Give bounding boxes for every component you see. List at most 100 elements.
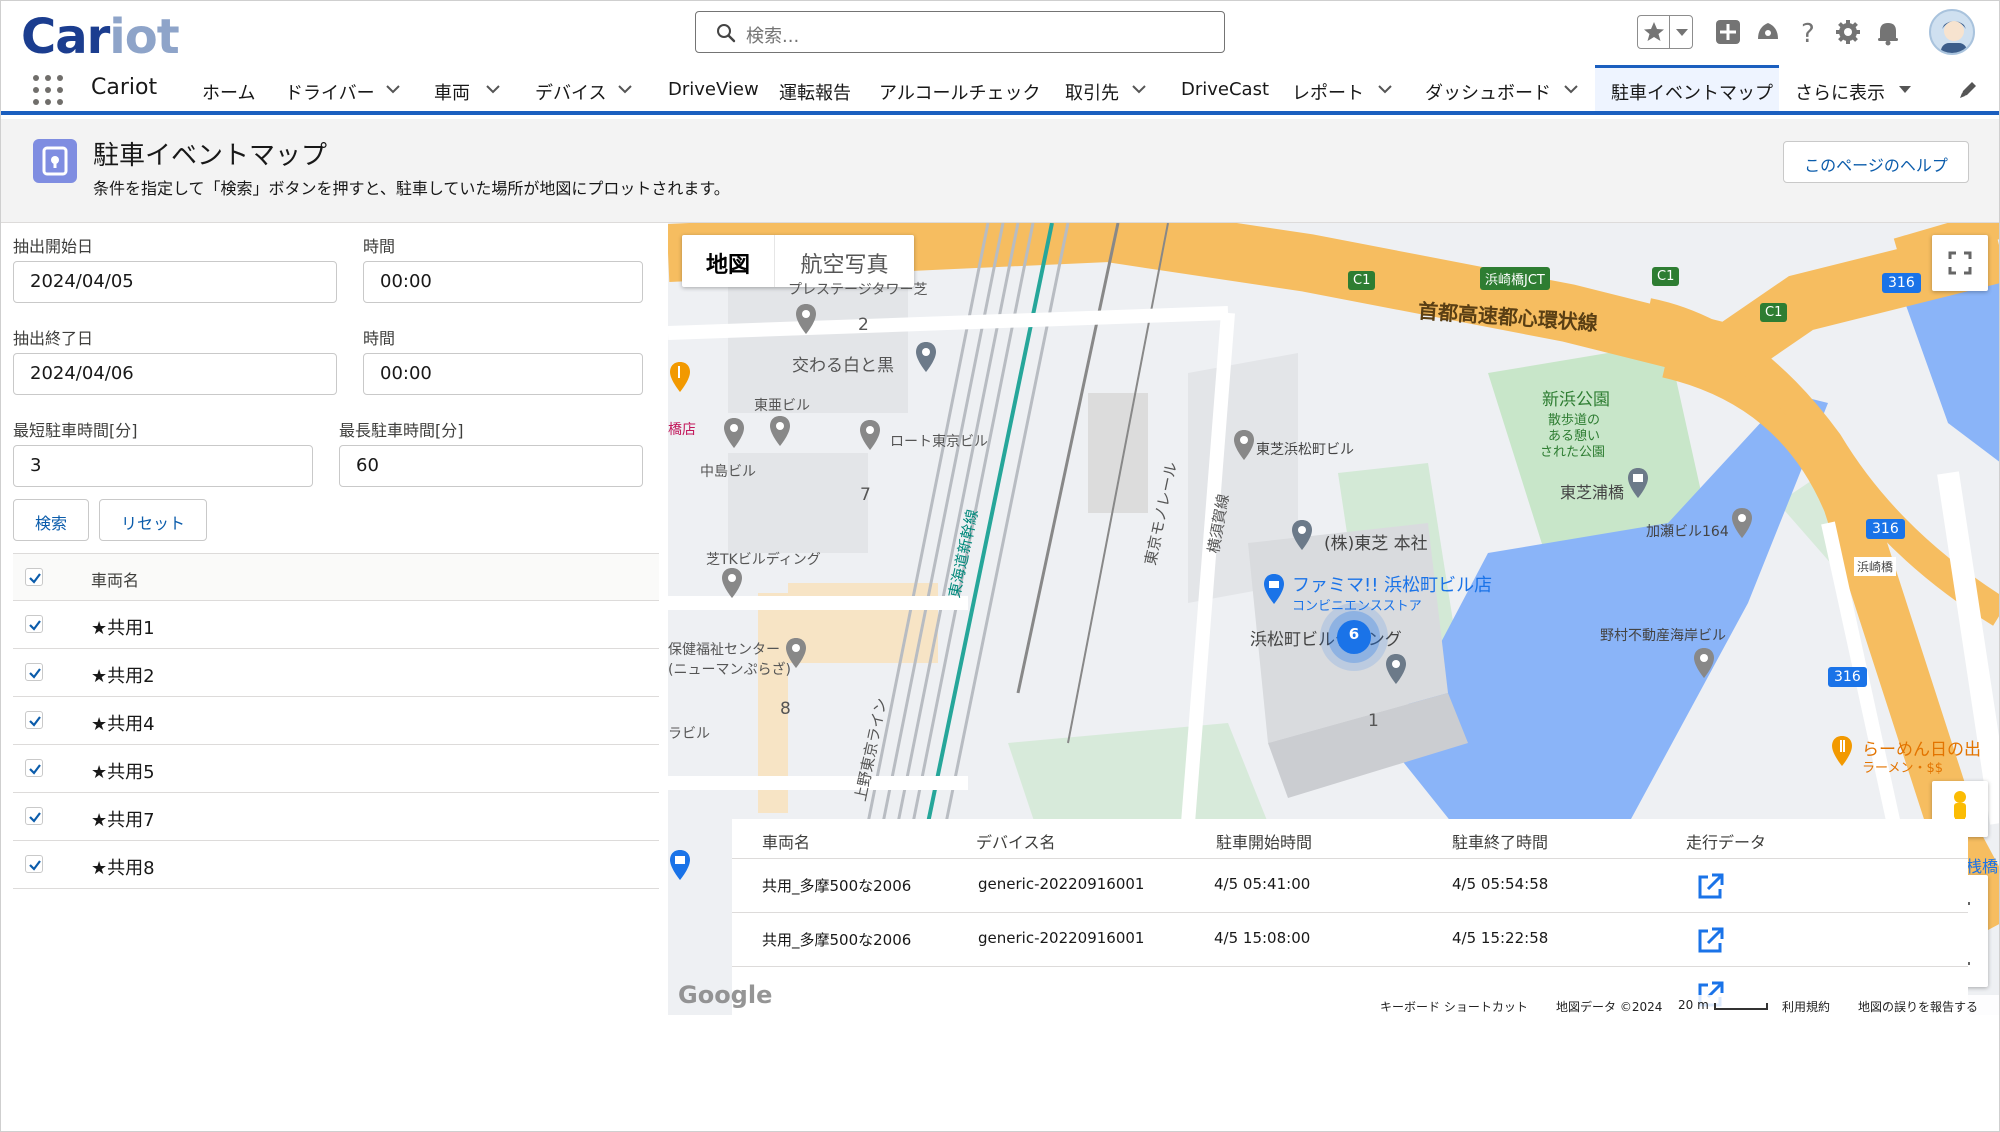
col-drive-data-header: 走行データ (1686, 833, 1767, 852)
nav-item-parking-event-map[interactable]: 駐車イベントマップ (1595, 65, 1779, 111)
chevron-down-icon[interactable] (1563, 83, 1579, 95)
parking-event-map[interactable]: 地図 航空写真 首都高速都心環状線 浜崎橋JCT C1 C1 C1 316 31… (668, 223, 1999, 1015)
map-scale[interactable]: 20 m (1678, 998, 1709, 1012)
nav-item-accounts[interactable]: 取引先 (1065, 65, 1119, 111)
end-time-input[interactable]: 00:00 (363, 353, 643, 395)
map-poi-pin-icon[interactable] (1692, 647, 1716, 679)
map-poi-pin-icon[interactable] (1290, 519, 1314, 551)
nav-item-alcohol-check[interactable]: アルコールチェック (879, 65, 1040, 111)
nav-item-driveview[interactable]: DriveView (668, 65, 759, 111)
vehicle-checkbox[interactable] (25, 759, 43, 777)
nav-item-drivecast[interactable]: DriveCast (1181, 65, 1269, 111)
parking-table-row: 共用_多摩500な2006 generic-20220916001 4/5 15… (732, 913, 1968, 967)
nav-item-devices[interactable]: デバイス (535, 65, 606, 111)
star-icon[interactable] (1638, 16, 1670, 48)
map-poi-pin-icon[interactable] (914, 341, 938, 373)
favorites-button[interactable] (1637, 15, 1693, 49)
map-label-block-number: 1 (1368, 711, 1379, 731)
chevron-down-icon[interactable] (485, 83, 501, 95)
map-poi-pin-icon[interactable] (1730, 507, 1754, 539)
notification-bell-icon[interactable] (1873, 17, 1903, 47)
start-time-input[interactable]: 00:00 (363, 261, 643, 303)
restaurant-pin-icon[interactable] (668, 361, 692, 393)
cell-device: generic-20220916001 (978, 875, 1145, 893)
nav-item-home[interactable]: ホーム (202, 65, 255, 111)
vehicle-checkbox[interactable] (25, 807, 43, 825)
end-date-input[interactable]: 2024/04/06 (13, 353, 337, 395)
max-park-input[interactable]: 60 (339, 445, 643, 487)
map-poi-pin-icon[interactable] (768, 415, 792, 447)
global-header: Cariot 検索... ? (1, 1, 1999, 65)
map-type-map-button[interactable]: 地図 (682, 235, 774, 287)
map-label-block-number: 2 (858, 315, 869, 335)
cell-device: generic-20220916001 (978, 929, 1145, 947)
vehicle-checkbox[interactable] (25, 711, 43, 729)
map-poi-pin-icon[interactable] (1626, 467, 1650, 499)
cell-vehicle: 共用_多摩500な2006 (762, 931, 912, 949)
search-button[interactable]: 検索 (13, 499, 89, 541)
global-create-icon[interactable] (1713, 17, 1743, 47)
page-help-button[interactable]: このページのヘルプ (1783, 141, 1969, 183)
gear-icon[interactable] (1833, 17, 1863, 47)
chevron-down-icon[interactable] (385, 83, 401, 95)
caret-down-icon[interactable] (1897, 83, 1913, 95)
convenience-store-pin-icon[interactable] (1262, 573, 1286, 605)
vehicle-row[interactable]: ★共用5 (13, 745, 659, 793)
app-launcher-icon[interactable] (33, 75, 63, 105)
vehicle-row[interactable]: ★共用7 (13, 793, 659, 841)
vehicle-row[interactable]: ★共用1 (13, 601, 659, 649)
global-search-input[interactable]: 検索... (695, 11, 1225, 53)
user-avatar[interactable] (1929, 9, 1975, 55)
edit-nav-pencil-icon[interactable] (1957, 79, 1979, 101)
map-poi-pin-icon[interactable] (722, 417, 746, 449)
parking-table-row: 共用_多摩500な2006 generic-20220916001 4/5 05… (732, 859, 1968, 913)
map-fullscreen-button[interactable] (1932, 235, 1988, 291)
bus-stop-pin-icon[interactable] (668, 849, 692, 881)
help-icon[interactable]: ? (1793, 17, 1823, 47)
trailhead-icon[interactable] (1753, 17, 1783, 47)
map-poi-pin-icon[interactable] (784, 637, 808, 669)
min-park-input[interactable]: 3 (13, 445, 313, 487)
nav-item-driving-report[interactable]: 運転報告 (779, 65, 851, 111)
app-name: Cariot (91, 75, 158, 100)
cariot-logo[interactable]: Cariot (21, 9, 180, 65)
vehicle-checkbox[interactable] (25, 615, 43, 633)
map-poi-pin-icon[interactable] (1232, 429, 1256, 461)
fullscreen-icon (1948, 251, 1972, 275)
chevron-down-icon[interactable] (617, 83, 633, 95)
chevron-down-icon[interactable] (1377, 83, 1393, 95)
keyboard-shortcuts-link[interactable]: キーボード ショートカット (1380, 998, 1528, 1015)
map-label-block-number: 7 (860, 485, 871, 505)
map-label-toua-bldg: 東亜ビル (754, 398, 810, 414)
nav-item-dashboards[interactable]: ダッシュボード (1425, 65, 1551, 111)
end-date-label: 抽出終了日 (13, 329, 94, 348)
nav-item-drivers[interactable]: ドライバー (285, 65, 375, 111)
vehicle-row[interactable]: ★共用8 (13, 841, 659, 889)
chevron-down-icon[interactable] (1674, 26, 1690, 38)
map-label-jct: 浜崎橋JCT (1480, 267, 1550, 290)
report-error-link[interactable]: 地図の誤りを報告する (1858, 998, 1978, 1015)
external-link-icon[interactable] (1694, 871, 1726, 903)
restaurant-pin-icon[interactable] (1830, 735, 1854, 767)
col-end-header: 駐車終了時間 (1452, 833, 1549, 852)
map-label-ramen-sub: ラーメン・$$ (1862, 761, 1944, 776)
reset-button[interactable]: リセット (99, 499, 207, 541)
external-link-icon[interactable] (1694, 925, 1726, 957)
nav-item-reports[interactable]: レポート (1292, 65, 1364, 111)
nav-item-vehicles[interactable]: 車両 (434, 65, 470, 111)
nav-item-more[interactable]: さらに表示 (1795, 65, 1885, 111)
app-nav-bar: Cariot ホーム ドライバー 車両 デバイス DriveView 運転報告 … (1, 65, 1999, 115)
vehicle-checkbox[interactable] (25, 855, 43, 873)
parking-map-icon (33, 139, 77, 183)
select-all-checkbox[interactable] (25, 568, 43, 586)
start-date-input[interactable]: 2024/04/05 (13, 261, 337, 303)
vehicle-row[interactable]: ★共用2 (13, 649, 659, 697)
cell-end: 4/5 05:54:58 (1452, 875, 1549, 893)
chevron-down-icon[interactable] (1131, 83, 1147, 95)
map-poi-pin-icon[interactable] (720, 567, 744, 599)
vehicle-row[interactable]: ★共用4 (13, 697, 659, 745)
vehicle-checkbox[interactable] (25, 663, 43, 681)
terms-link[interactable]: 利用規約 (1782, 998, 1830, 1015)
map-poi-pin-icon[interactable] (794, 303, 818, 335)
map-poi-pin-icon[interactable] (858, 419, 882, 451)
